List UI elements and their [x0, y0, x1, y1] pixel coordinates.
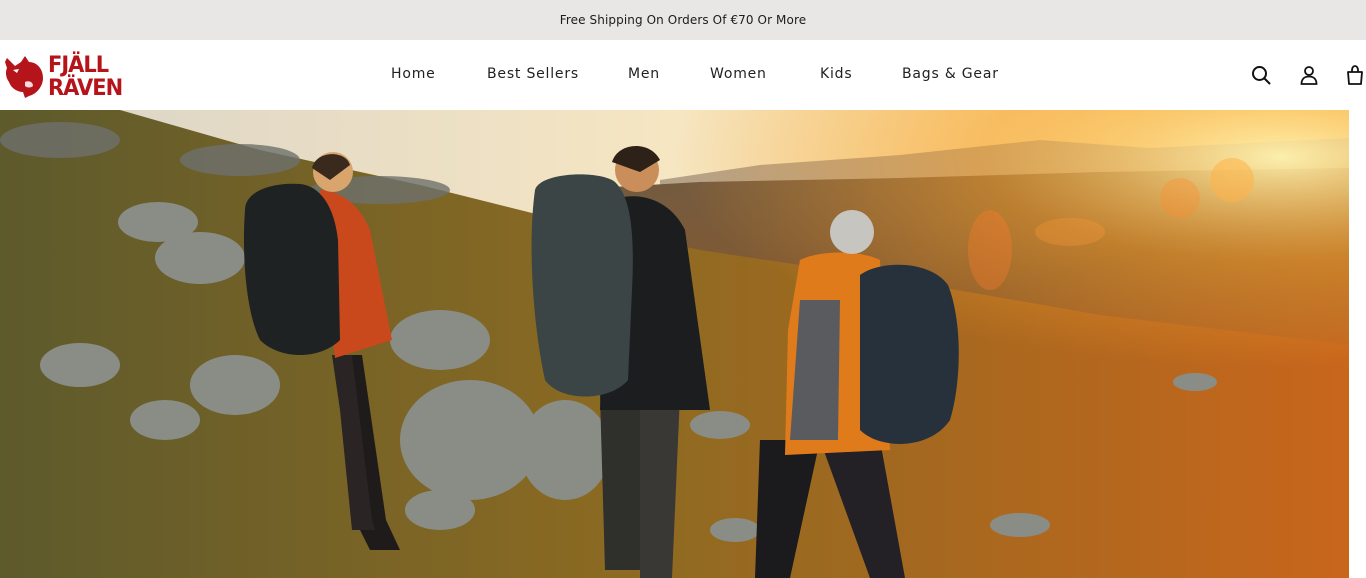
site-header: FJÄLL RÄVEN Home Best Sellers Men Women …: [0, 40, 1366, 110]
hero-image: [0, 110, 1349, 578]
announcement-bar: Free Shipping On Orders Of €70 Or More: [0, 0, 1366, 40]
hero-banner[interactable]: [0, 110, 1349, 578]
nav-item-kids[interactable]: Kids: [820, 66, 852, 82]
brand-wordmark: FJÄLL RÄVEN: [48, 51, 123, 101]
nav-item-bags-gear[interactable]: Bags & Gear: [902, 66, 999, 82]
search-icon[interactable]: [1250, 64, 1272, 86]
cart-icon[interactable]: [1344, 64, 1366, 86]
brand-wordmark-line1: FJÄLL: [48, 51, 109, 78]
brand-wordmark-line2: RÄVEN: [48, 74, 123, 101]
nav-item-best-sellers[interactable]: Best Sellers: [487, 66, 579, 82]
nav-item-home[interactable]: Home: [391, 66, 436, 82]
account-icon[interactable]: [1298, 64, 1320, 86]
nav-item-men[interactable]: Men: [628, 66, 660, 82]
brand-logo[interactable]: FJÄLL RÄVEN: [3, 51, 137, 101]
nav-item-women[interactable]: Women: [710, 66, 767, 82]
fox-logo-icon: [5, 56, 43, 98]
announcement-text: Free Shipping On Orders Of €70 Or More: [559, 13, 807, 27]
